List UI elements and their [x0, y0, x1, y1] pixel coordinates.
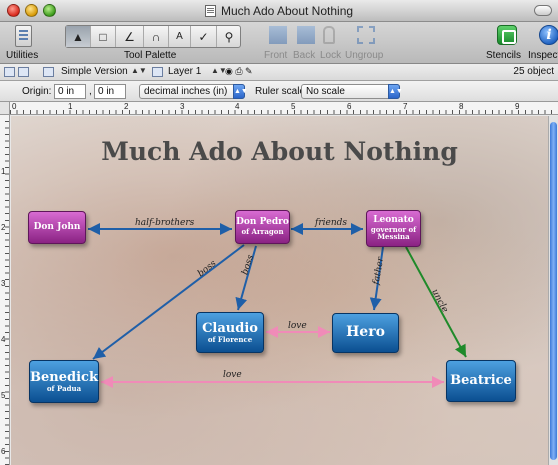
node-subtitle: of Arragon	[241, 227, 284, 237]
ruler-number: 3	[180, 102, 185, 111]
node-don-pedro[interactable]: Don Pedro of Arragon	[235, 210, 290, 244]
ruler-scale-select[interactable]: No scale ▲▼	[301, 84, 403, 99]
ruler-number: 5	[291, 102, 296, 111]
utilities-icon[interactable]	[15, 25, 32, 47]
node-benedick[interactable]: Benedick of Padua	[29, 360, 99, 403]
tool-palette: ▲ □ ∠ ∩ A ✓ ⚲	[65, 25, 241, 48]
inspect-icon[interactable]: i	[539, 25, 558, 45]
ruler-number: 6	[347, 102, 352, 111]
layer-name[interactable]: Layer 1	[168, 66, 201, 77]
ruler-number: 4	[1, 335, 6, 344]
style-brush-icon[interactable]: ✓	[191, 26, 217, 47]
ruler-number: 6	[1, 447, 6, 456]
origin-label: Origin:	[22, 86, 52, 97]
canvas-icon	[43, 67, 54, 77]
units-value: decimal inches (in)	[144, 86, 228, 97]
node-name: Beatrice	[450, 372, 512, 388]
node-name: Hero	[346, 324, 385, 341]
ruler-number: 1	[68, 102, 73, 111]
node-beatrice[interactable]: Beatrice	[446, 360, 516, 402]
origin-x-field[interactable]: 0 in	[54, 84, 86, 99]
half-brothers-label[interactable]: half-brothers	[135, 218, 194, 228]
love-label[interactable]: love	[223, 370, 242, 380]
utilities-label: Utilities	[6, 50, 39, 61]
node-subtitle: Messina	[377, 232, 410, 242]
canvas-stepper-icon[interactable]: ▲▼	[131, 66, 147, 75]
title-bar: Much Ado About Nothing	[0, 0, 558, 22]
ruler-settings-bar: Origin: 0 in , 0 in decimal inches (in) …	[0, 81, 558, 102]
zoom-tool-icon[interactable]: ⚲	[217, 26, 241, 47]
ruler-scale-value: No scale	[306, 86, 345, 97]
inspect-label: Inspect	[528, 50, 558, 61]
lock-icon[interactable]	[323, 26, 335, 44]
node-name: Claudio	[202, 320, 258, 336]
node-don-john[interactable]: Don John	[28, 211, 86, 244]
window-title: Much Ado About Nothing	[0, 4, 558, 18]
ruler-number: 7	[403, 102, 408, 111]
node-claudio[interactable]: Claudio of Florence	[196, 312, 264, 353]
units-select[interactable]: decimal inches (in) ▲▼	[139, 84, 248, 99]
friends-label[interactable]: friends	[315, 218, 347, 228]
canvas-name[interactable]: Simple Version	[61, 66, 128, 77]
ruler-number: 2	[124, 102, 129, 111]
ruler-number: 3	[1, 279, 6, 288]
node-subtitle: of Florence	[207, 334, 253, 344]
lock-label: Lock	[320, 50, 342, 61]
next-canvas-icon[interactable]	[18, 67, 29, 77]
ruler-corner[interactable]	[0, 102, 10, 115]
text-tool-icon[interactable]: A	[169, 26, 191, 47]
stencils-icon[interactable]	[497, 25, 517, 45]
node-hero[interactable]: Hero	[332, 313, 399, 353]
stencils-label: Stencils	[486, 50, 522, 61]
window-title-text: Much Ado About Nothing	[220, 4, 354, 18]
ruler-scale-arrow-icon: ▲▼	[388, 84, 403, 99]
toolbar-toggle-button[interactable]	[534, 5, 552, 16]
horizontal-ruler[interactable]: 0 1 2 3 4 5 6 7 8 9	[10, 102, 558, 115]
ungroup-label: Ungroup	[345, 50, 384, 61]
layer-visibility-icons[interactable]: ◉ ⎙ ✎	[225, 66, 253, 77]
curve-tool-icon[interactable]: ∩	[144, 26, 169, 47]
units-arrow-icon: ▲▼	[233, 84, 248, 99]
shape-tool-icon[interactable]: □	[91, 26, 116, 47]
ruler-scale-label: Ruler scale:	[255, 86, 308, 97]
origin-separator: ,	[89, 86, 92, 97]
vertical-scroll-thumb[interactable]	[550, 122, 557, 460]
diagram-canvas[interactable]: Much Ado About Nothing half-brothers fri…	[11, 116, 548, 465]
relationship-lines	[88, 223, 467, 388]
toolbar: Utilities ▲ □ ∠ ∩ A ✓ ⚲ Tool Palette Fro…	[0, 22, 558, 64]
previous-canvas-icon[interactable]	[4, 67, 15, 77]
ungroup-icon[interactable]	[357, 26, 375, 44]
node-leonato[interactable]: Leonato governor of Messina	[366, 210, 421, 247]
front-icon[interactable]	[269, 26, 287, 44]
ruler-number: 0	[12, 102, 17, 111]
ruler-number: 8	[459, 102, 464, 111]
love-label[interactable]: love	[288, 321, 307, 331]
line-tool-icon[interactable]: ∠	[116, 26, 144, 47]
node-subtitle: of Padua	[46, 383, 82, 393]
tool-palette-label: Tool Palette	[124, 50, 177, 61]
front-label: Front	[264, 50, 288, 61]
document-icon	[204, 5, 216, 17]
node-name: Don John	[33, 221, 81, 232]
object-count: 25 object	[513, 66, 554, 77]
back-icon[interactable]	[297, 26, 315, 44]
canvas-layer-bar: Simple Version ▲▼ Layer 1 ▲▼ ◉ ⎙ ✎ 25 ob…	[0, 64, 558, 81]
node-name: Benedick	[30, 369, 98, 385]
ruler-number: 9	[515, 102, 520, 111]
selection-tool-icon[interactable]: ▲	[66, 26, 91, 47]
ruler-number: 2	[1, 223, 6, 232]
ruler-number: 5	[1, 391, 6, 400]
layer-icon	[152, 67, 163, 77]
vertical-ruler[interactable]: 1 2 3 4 5 6	[0, 115, 10, 465]
origin-y-field[interactable]: 0 in	[94, 84, 126, 99]
ruler-number: 4	[235, 102, 240, 111]
back-label: Back	[293, 50, 316, 61]
ruler-number: 1	[1, 167, 6, 176]
